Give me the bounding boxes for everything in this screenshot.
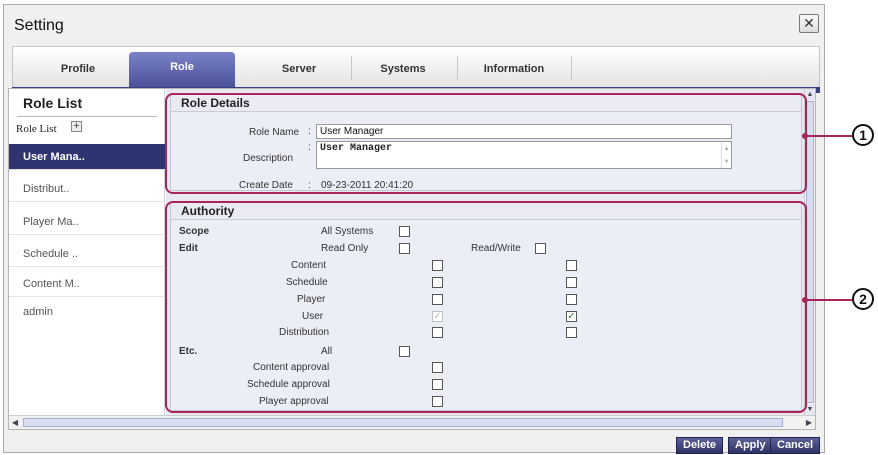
callout-frame-2 <box>165 201 807 413</box>
apply-button[interactable]: Apply <box>728 437 773 454</box>
scroll-thumb[interactable] <box>806 101 814 403</box>
add-role-icon[interactable]: + <box>71 121 82 132</box>
role-list-title: Role List <box>23 95 83 111</box>
role-item-player-manager[interactable]: Player Ma.. <box>9 209 165 235</box>
role-item-content-manager[interactable]: Content M.. <box>9 271 165 297</box>
cancel-button[interactable]: Cancel <box>770 437 821 454</box>
dialog-title: Setting <box>14 17 64 34</box>
callout-line <box>806 135 852 137</box>
scroll-thumb[interactable] <box>23 418 783 427</box>
callout-frame-1 <box>165 93 807 194</box>
tab-server[interactable]: Server <box>249 56 349 82</box>
scroll-left-icon[interactable]: ◀ <box>9 417 21 428</box>
callout-number-1: 1 <box>852 124 874 146</box>
tab-divider <box>457 56 458 80</box>
tab-bar: Profile Role Server Systems Information <box>12 46 820 88</box>
tab-divider <box>571 56 572 80</box>
role-item-distribution[interactable]: Distribut.. <box>9 176 165 202</box>
tab-information[interactable]: Information <box>459 56 569 82</box>
role-item-admin[interactable]: admin <box>9 299 165 325</box>
close-icon[interactable]: ✕ <box>799 14 819 33</box>
scroll-right-icon[interactable]: ▶ <box>803 417 815 428</box>
role-item-user-manager[interactable]: User Mana.. <box>9 144 165 170</box>
callout-line <box>806 299 852 301</box>
tab-role[interactable]: Role <box>129 52 235 88</box>
role-item-schedule[interactable]: Schedule .. <box>9 241 165 267</box>
tab-divider <box>351 56 352 80</box>
delete-button[interactable]: Delete <box>676 437 724 454</box>
sidebar-divider <box>17 116 157 117</box>
callout-number-2: 2 <box>852 288 874 310</box>
tab-profile[interactable]: Profile <box>23 56 133 82</box>
role-list-sidebar: Role List Role List + User Mana.. Distri… <box>9 89 165 415</box>
role-list-subtitle: Role List <box>16 123 57 135</box>
horizontal-scrollbar[interactable]: ◀ ▶ <box>9 415 815 429</box>
tab-systems[interactable]: Systems <box>353 56 453 82</box>
